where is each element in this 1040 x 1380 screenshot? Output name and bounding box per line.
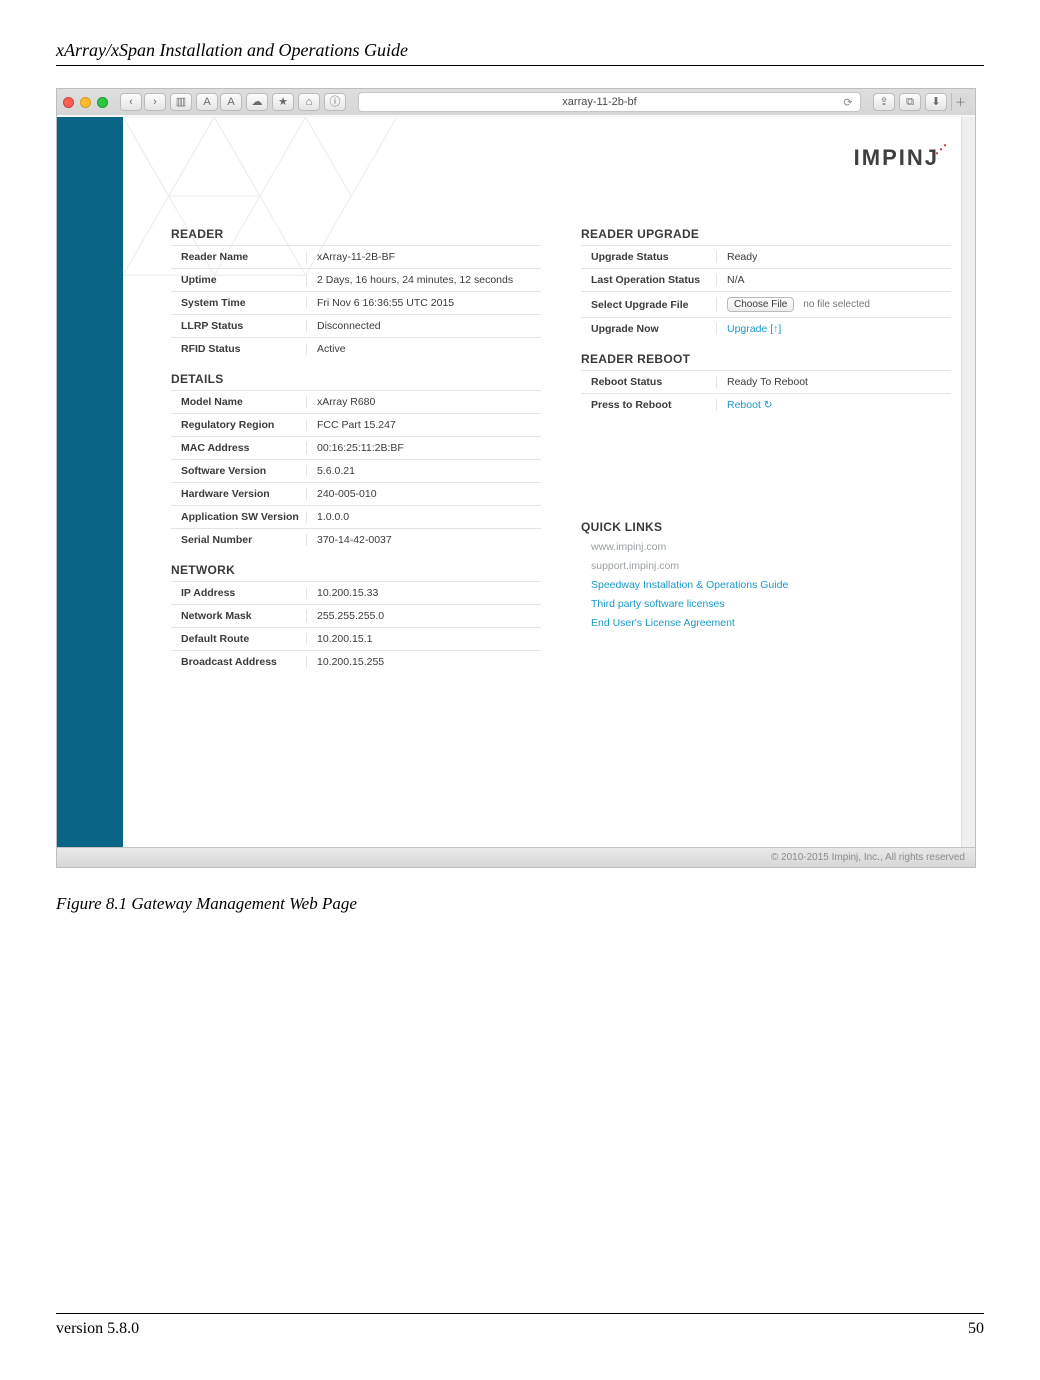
route-row: Default Route10.200.15.1 xyxy=(171,627,541,650)
upgrade-now-row: Upgrade Now Upgrade [] xyxy=(581,317,951,340)
reader-section-title: READER xyxy=(171,227,541,241)
reboot-link[interactable]: Reboot xyxy=(727,399,773,411)
mask-row: Network Mask255.255.255.0 xyxy=(171,604,541,627)
top-sites-button[interactable]: ★ xyxy=(272,93,294,111)
tabs-button[interactable]: ⧉ xyxy=(899,93,921,111)
text-size-large-button[interactable]: A xyxy=(220,93,242,111)
home-button[interactable]: ⌂ xyxy=(298,93,320,111)
region-row: Regulatory RegionFCC Part 15.247 xyxy=(171,413,541,436)
address-text: xarray-11-2b-bf xyxy=(359,96,840,108)
zoom-icon[interactable] xyxy=(97,97,108,108)
back-button[interactable]: ‹ xyxy=(120,93,142,111)
ql-support[interactable]: support.impinj.com xyxy=(591,560,679,572)
refresh-icon xyxy=(764,399,773,411)
window-titlebar: ‹ › ▥ A A ☁ ★ ⌂ ⓘ xarray-11-2b-bf ⟳ ⇪ ⧉ … xyxy=(57,89,975,115)
details-section-title: DETAILS xyxy=(171,372,541,386)
doc-page-number: 50 xyxy=(968,1320,984,1338)
model-row: Model NamexArray R680 xyxy=(171,390,541,413)
upgrade-status-row: Upgrade StatusReady xyxy=(581,245,951,268)
ql-eula[interactable]: End User's License Agreement xyxy=(591,614,951,633)
quicklinks-section-title: QUICK LINKS xyxy=(581,520,951,534)
new-tab-button[interactable]: ＋ xyxy=(951,93,969,111)
quicklinks-list: www.impinj.com support.impinj.com Speedw… xyxy=(581,538,951,632)
upload-icon xyxy=(773,323,778,335)
last-op-row: Last Operation StatusN/A xyxy=(581,268,951,291)
close-icon[interactable] xyxy=(63,97,74,108)
reader-name-row: Reader NamexArray-11-2B-BF xyxy=(171,245,541,268)
content-columns: READER Reader NamexArray-11-2B-BF Uptime… xyxy=(171,215,951,673)
bcast-row: Broadcast Address10.200.15.255 xyxy=(171,650,541,673)
reboot-status-row: Reboot StatusReady To Reboot xyxy=(581,370,951,393)
swver-row: Software Version5.6.0.21 xyxy=(171,459,541,482)
page-footer-bar: © 2010-2015 Impinj, Inc., All rights res… xyxy=(57,847,975,867)
select-file-row: Select Upgrade File Choose File no file … xyxy=(581,291,951,317)
browser-window: ‹ › ▥ A A ☁ ★ ⌂ ⓘ xarray-11-2b-bf ⟳ ⇪ ⧉ … xyxy=(56,88,976,868)
vertical-scrollbar[interactable] xyxy=(961,117,975,847)
info-button[interactable]: ⓘ xyxy=(324,93,346,111)
icloud-button[interactable]: ☁ xyxy=(246,93,268,111)
address-bar[interactable]: xarray-11-2b-bf ⟳ xyxy=(358,92,861,112)
minimize-icon[interactable] xyxy=(80,97,91,108)
network-section-title: NETWORK xyxy=(171,563,541,577)
doc-header: xArray/xSpan Installation and Operations… xyxy=(56,40,984,66)
mac-row: MAC Address00:16:25:11:2B:BF xyxy=(171,436,541,459)
right-column: READER UPGRADE Upgrade StatusReady Last … xyxy=(581,215,951,673)
impinj-logo: IMPINJ⋰ xyxy=(854,145,947,171)
llrp-status-row: LLRP StatusDisconnected xyxy=(171,314,541,337)
ql-licenses[interactable]: Third party software licenses xyxy=(591,595,951,614)
share-button[interactable]: ⇪ xyxy=(873,93,895,111)
logo-dots-icon: ⋰ xyxy=(935,142,947,156)
page-main: IMPINJ⋰ READER Reader NamexArray-11-2B-B… xyxy=(123,117,975,847)
forward-button[interactable]: › xyxy=(144,93,166,111)
choose-file-button[interactable]: Choose File xyxy=(727,297,794,312)
reload-icon[interactable]: ⟳ xyxy=(840,96,856,109)
text-size-small-button[interactable]: A xyxy=(196,93,218,111)
hwver-row: Hardware Version240-005-010 xyxy=(171,482,541,505)
ql-impinj[interactable]: www.impinj.com xyxy=(591,541,666,553)
logo-text: IMPINJ xyxy=(854,145,939,170)
doc-footer: version 5.8.0 50 xyxy=(56,1313,984,1338)
system-time-row: System TimeFri Nov 6 16:36:55 UTC 2015 xyxy=(171,291,541,314)
reboot-section-title: READER REBOOT xyxy=(581,352,951,366)
press-reboot-row: Press to Reboot Reboot xyxy=(581,393,951,416)
downloads-button[interactable]: ⬇ xyxy=(925,93,947,111)
ip-row: IP Address10.200.15.33 xyxy=(171,581,541,604)
serial-row: Serial Number370-14-42-0037 xyxy=(171,528,541,551)
upgrade-section-title: READER UPGRADE xyxy=(581,227,951,241)
no-file-label: no file selected xyxy=(803,299,870,310)
rfid-status-row: RFID StatusActive xyxy=(171,337,541,360)
left-column: READER Reader NamexArray-11-2B-BF Uptime… xyxy=(171,215,541,673)
window-traffic-lights xyxy=(63,97,108,108)
page-body: IMPINJ⋰ READER Reader NamexArray-11-2B-B… xyxy=(57,117,975,847)
ql-guide[interactable]: Speedway Installation & Operations Guide xyxy=(591,576,951,595)
appver-row: Application SW Version1.0.0.0 xyxy=(171,505,541,528)
copyright-text: © 2010-2015 Impinj, Inc., All rights res… xyxy=(771,852,965,863)
sidebar-toggle-button[interactable]: ▥ xyxy=(170,93,192,111)
doc-version: version 5.8.0 xyxy=(56,1320,139,1338)
uptime-row: Uptime2 Days, 16 hours, 24 minutes, 12 s… xyxy=(171,268,541,291)
left-sidebar xyxy=(57,117,123,847)
upgrade-link[interactable]: Upgrade [] xyxy=(727,323,781,335)
figure-caption: Figure 8.1 Gateway Management Web Page xyxy=(56,894,984,914)
